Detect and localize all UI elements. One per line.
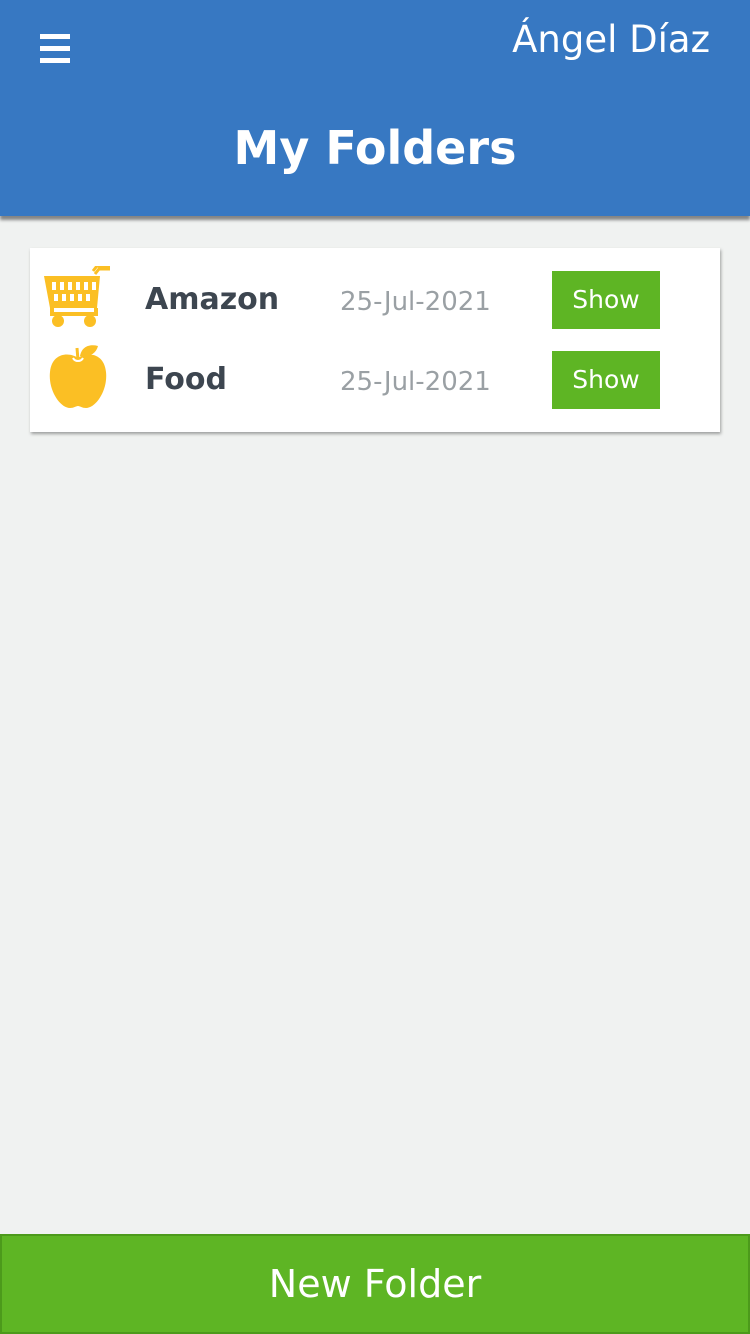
folder-date: 25-Jul-2021 (340, 287, 491, 317)
folder-date: 25-Jul-2021 (340, 367, 491, 397)
new-folder-button[interactable]: New Folder (0, 1234, 750, 1334)
app-header: Ángel Díaz My Folders (0, 0, 750, 216)
hamburger-menu-icon[interactable] (40, 34, 72, 64)
show-button[interactable]: Show (552, 271, 660, 329)
show-button[interactable]: Show (552, 351, 660, 409)
page-title: My Folders (233, 121, 517, 175)
folder-name: Amazon (145, 282, 280, 317)
apple-icon (48, 344, 114, 410)
folder-row-amazon: Amazon 25-Jul-2021 Show (30, 266, 720, 348)
folder-list: Amazon 25-Jul-2021 Show Food 25-Jul-2021… (30, 248, 720, 432)
folder-name: Food (145, 362, 227, 397)
shopping-cart-icon (44, 266, 110, 332)
folder-row-food: Food 25-Jul-2021 Show (30, 345, 720, 428)
user-name[interactable]: Ángel Díaz (512, 16, 710, 64)
